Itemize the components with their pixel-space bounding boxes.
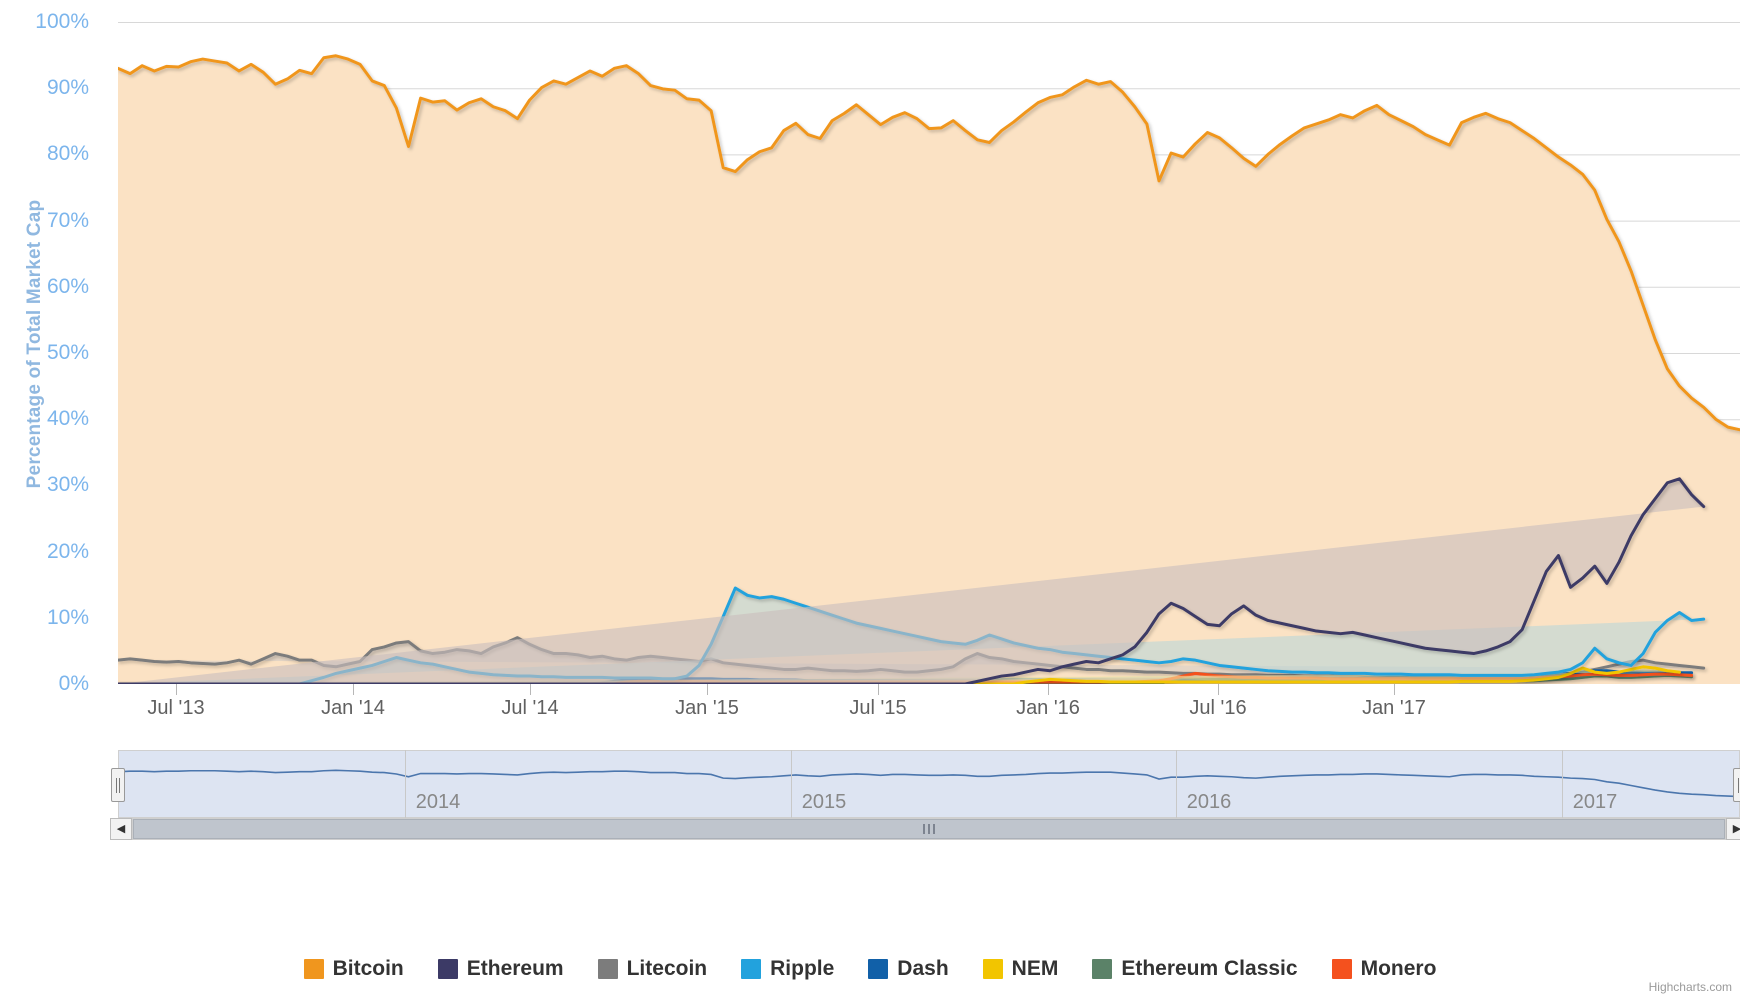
legend-label: Litecoin	[626, 957, 708, 980]
navigator-year-gridline	[1176, 750, 1177, 818]
x-axis-tick-mark	[530, 684, 531, 695]
navigator-handle-right[interactable]	[1733, 768, 1740, 802]
market-cap-dominance-chart: Percentage of Total Market Cap 100% 90% 80…	[0, 0, 1740, 994]
navigator-year-label: 2014	[415, 791, 461, 813]
y-axis-tick-70: 70%	[46, 208, 89, 232]
chart-plot-area[interactable]	[118, 22, 1740, 684]
legend-swatch-icon	[437, 959, 458, 979]
x-axis-tick-label: Jan '15	[675, 697, 739, 719]
legend: Bitcoin Ethereum Litecoin Ripple Dash NEM Ethe…	[0, 952, 1740, 986]
legend-item-dash[interactable]: Dash	[868, 957, 949, 981]
y-axis-tick-20: 20%	[46, 539, 89, 563]
x-axis-tick-label: Jan '17	[1362, 697, 1426, 719]
y-axis-tick-30: 30%	[46, 473, 89, 497]
x-axis-tick-mark	[1394, 684, 1395, 695]
series-canvas	[118, 22, 1740, 684]
navigator-year-gridline	[1562, 750, 1563, 818]
legend-label: NEM	[1011, 957, 1059, 980]
y-axis-tick-10: 10%	[46, 605, 89, 629]
scrollbar-right-arrow[interactable]: ▶	[1726, 818, 1740, 840]
scrollbar-thumb[interactable]	[133, 819, 1725, 839]
legend-item-ripple[interactable]: Ripple	[741, 957, 834, 981]
x-axis-tick-mark	[176, 684, 177, 695]
navigator-year-gridline	[405, 750, 406, 818]
x-axis-tick-mark	[1048, 684, 1049, 695]
x-axis-tick-label: Jan '14	[321, 697, 385, 719]
navigator-selection-mask[interactable]	[119, 751, 1739, 817]
y-axis-tick-0: 0%	[58, 672, 89, 695]
legend-swatch-icon	[597, 959, 618, 979]
scrollbar[interactable]: ◀ ▶	[110, 818, 1740, 842]
x-axis-tick-label: Jan '16	[1016, 697, 1080, 719]
legend-label: Bitcoin	[332, 957, 404, 980]
x-axis-tick-label: Jul '13	[147, 697, 205, 719]
legend-label: Ripple	[770, 957, 835, 980]
legend-item-monero[interactable]: Monero	[1331, 957, 1437, 981]
series-layer	[118, 54, 1740, 684]
legend-label: Ethereum Classic	[1121, 957, 1298, 980]
legend-label: Dash	[897, 957, 949, 980]
navigator[interactable]: 2014 2015 2016 2017	[111, 750, 1740, 818]
legend-swatch-icon	[868, 959, 889, 979]
navigator-year-label: 2017	[1572, 791, 1618, 813]
navigator-handle-left[interactable]	[111, 768, 125, 802]
x-axis-tick-label: Jul '14	[501, 697, 559, 719]
legend-label: Monero	[1360, 957, 1437, 980]
x-axis-tick-mark	[353, 684, 354, 695]
navigator-year-label: 2016	[1186, 791, 1232, 813]
x-axis-tick-group: Jul '13 Jan '14 Jul '14 Jan '15 Jul '15 Jan '…	[118, 684, 1740, 732]
legend-item-nem[interactable]: NEM	[982, 957, 1059, 981]
legend-item-litecoin[interactable]: Litecoin	[597, 957, 708, 981]
x-axis-tick-mark	[878, 684, 879, 695]
x-axis-tick-label: Jul '16	[1189, 697, 1247, 719]
navigator-year-label: 2015	[801, 791, 847, 813]
y-axis-tick-40: 40%	[46, 407, 89, 431]
y-axis-tick-50: 50%	[46, 341, 89, 364]
scrollbar-left-arrow[interactable]: ◀	[110, 818, 132, 840]
navigator-year-gridline	[791, 750, 792, 818]
x-axis-tick-mark	[1218, 684, 1219, 695]
y-axis-tick-100: 100%	[35, 10, 89, 33]
x-axis-tick-label: Jul '15	[849, 697, 907, 719]
y-axis-tick-60: 60%	[46, 274, 89, 298]
legend-label: Ethereum	[466, 957, 564, 980]
y-axis-tick-90: 90%	[46, 76, 89, 100]
legend-swatch-icon	[303, 959, 324, 979]
y-axis-tick-80: 80%	[46, 142, 89, 166]
scrollbar-grip-icon	[923, 824, 935, 834]
legend-swatch-icon	[1331, 959, 1352, 979]
legend-swatch-icon	[741, 959, 762, 979]
scrollbar-track[interactable]	[132, 818, 1726, 840]
legend-item-ethereum-classic[interactable]: Ethereum Classic	[1092, 957, 1298, 981]
legend-item-bitcoin[interactable]: Bitcoin	[303, 957, 404, 981]
legend-swatch-icon	[1092, 959, 1113, 979]
legend-item-ethereum[interactable]: Ethereum	[437, 957, 564, 981]
legend-swatch-icon	[982, 959, 1003, 979]
x-axis-tick-mark	[707, 684, 708, 695]
